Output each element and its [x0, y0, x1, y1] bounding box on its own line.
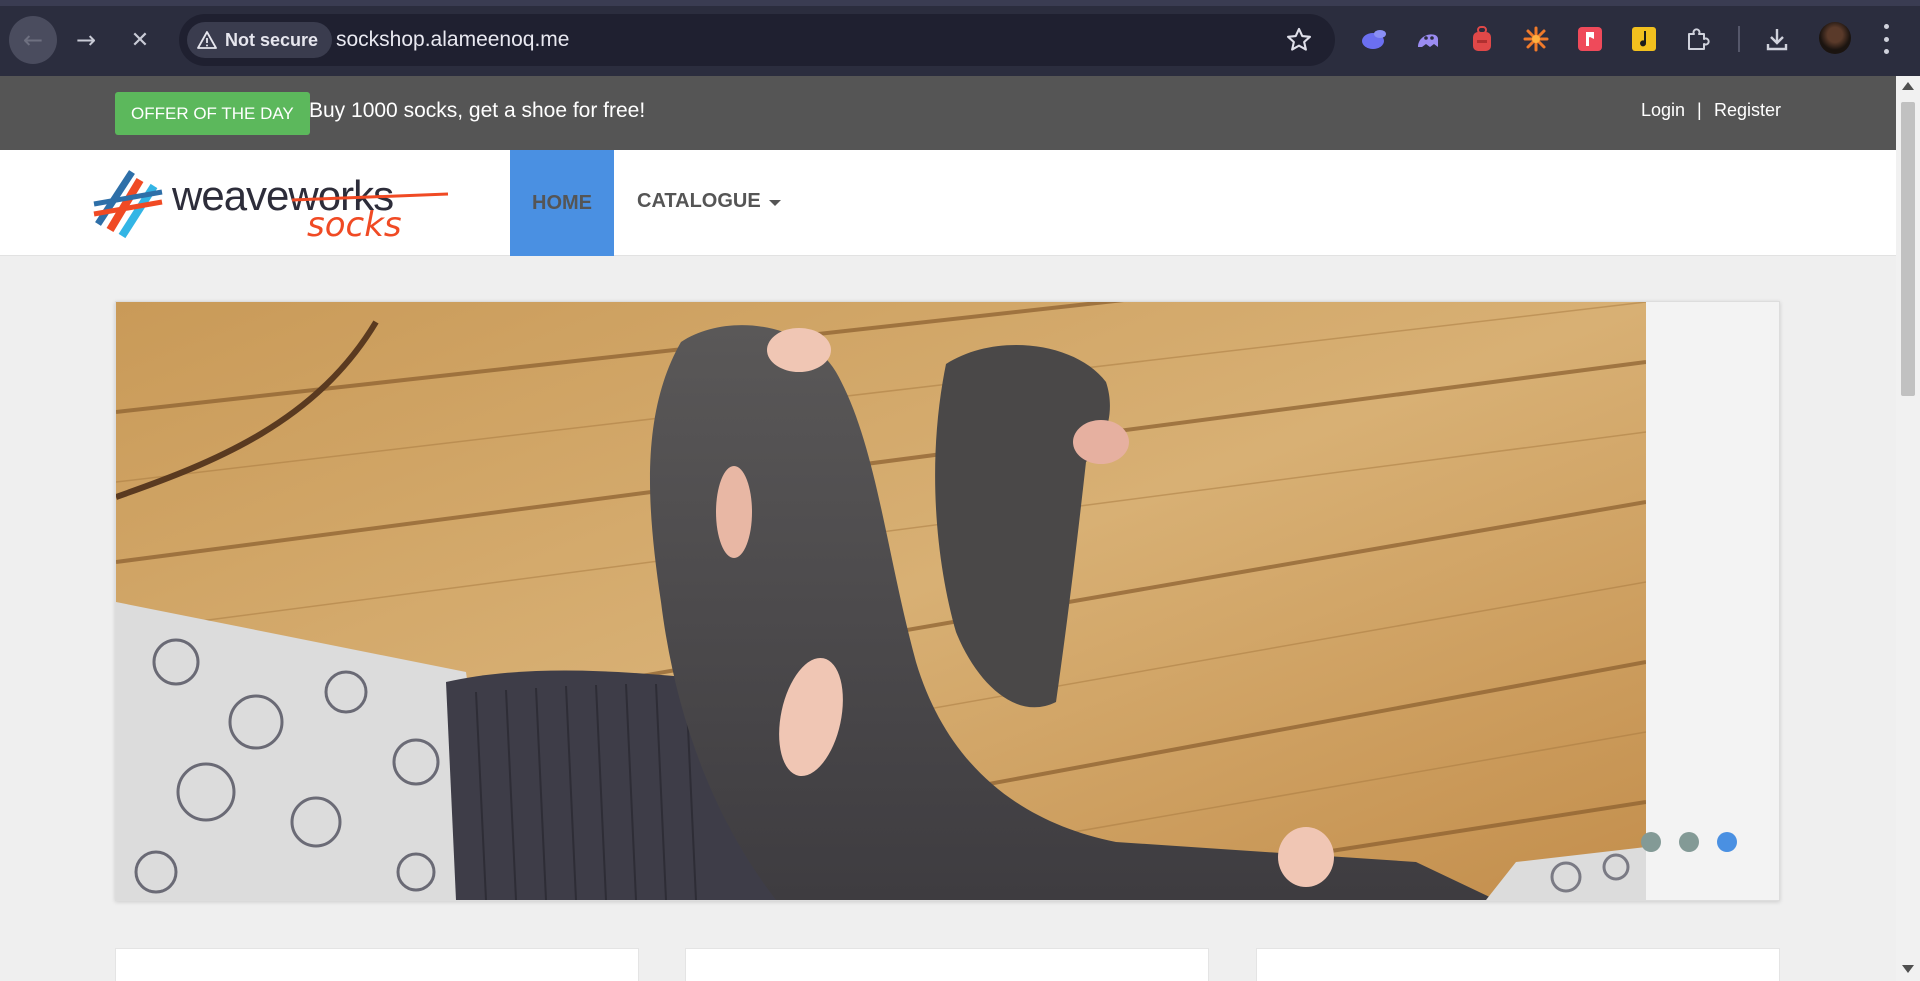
pocket-extension-icon[interactable] — [1575, 24, 1605, 54]
close-icon: ✕ — [130, 27, 150, 53]
ghost-extension-icon[interactable] — [1413, 24, 1443, 54]
feature-card-1[interactable] — [115, 948, 639, 981]
music-note-extension-icon[interactable] — [1629, 24, 1659, 54]
scroll-down-arrow-icon[interactable] — [1902, 965, 1914, 973]
arrow-right-icon: → — [75, 26, 97, 54]
url-text[interactable]: sockshop.alameenoq.me — [336, 28, 569, 52]
chevron-down-icon — [768, 199, 781, 206]
forward-button[interactable]: → — [62, 16, 110, 64]
carousel-slide-image — [116, 302, 1646, 900]
scroll-up-arrow-icon[interactable] — [1902, 82, 1914, 90]
hero-carousel[interactable] — [115, 301, 1780, 901]
scrollbar-thumb[interactable] — [1901, 102, 1915, 396]
feature-card-2[interactable] — [685, 948, 1209, 981]
security-label: Not secure — [225, 29, 319, 50]
main-navbar: weaveworks socks HOME CATALOGUE — [0, 150, 1896, 256]
carousel-indicators — [1641, 832, 1737, 852]
offer-text: Buy 1000 socks, get a shoe for free! — [309, 99, 646, 122]
torn-socks-photo — [116, 302, 1646, 900]
puzzle-extensions-icon[interactable] — [1683, 24, 1713, 54]
carousel-dot-2[interactable] — [1679, 832, 1699, 852]
login-register-separator: | — [1697, 100, 1702, 120]
carousel-dot-1[interactable] — [1641, 832, 1661, 852]
logo-text-secondary: socks — [307, 205, 402, 244]
toolbar-divider — [1738, 26, 1740, 52]
offer-of-the-day-badge[interactable]: OFFER OF THE DAY — [115, 92, 310, 135]
browser-toolbar: ← → ✕ Not secure sockshop.alameenoq.me — [0, 0, 1920, 76]
page-scrollbar[interactable] — [1896, 76, 1920, 981]
logo-mark-icon: weaveworks socks — [93, 170, 449, 245]
stop-loading-button[interactable]: ✕ — [116, 16, 164, 64]
nav-home[interactable]: HOME — [510, 150, 614, 256]
download-icon[interactable] — [1762, 24, 1792, 54]
register-link[interactable]: Register — [1714, 100, 1781, 121]
nav-home-label: HOME — [532, 191, 592, 214]
address-bar[interactable]: Not secure sockshop.alameenoq.me — [179, 14, 1335, 66]
site-info-chip[interactable]: Not secure — [187, 22, 333, 58]
nav-catalogue-label: CATALOGUE — [637, 190, 761, 212]
tab-strip-edge — [0, 0, 1920, 6]
warning-triangle-icon — [197, 31, 217, 49]
login-link[interactable]: Login — [1641, 100, 1685, 121]
offer-top-bar: OFFER OF THE DAY Buy 1000 socks, get a s… — [0, 76, 1896, 150]
kebab-menu-icon[interactable] — [1878, 24, 1894, 54]
rabbit-extension-icon[interactable] — [1359, 24, 1389, 54]
backpack-extension-icon[interactable] — [1467, 24, 1497, 54]
back-button[interactable]: ← — [9, 16, 57, 64]
feature-card-3[interactable] — [1256, 948, 1780, 981]
weaveworks-socks-logo[interactable]: weaveworks socks — [92, 164, 452, 245]
arrow-left-icon: ← — [22, 26, 44, 54]
avatar[interactable] — [1819, 22, 1851, 54]
page-viewport: OFFER OF THE DAY Buy 1000 socks, get a s… — [0, 76, 1896, 981]
burst-extension-icon[interactable] — [1521, 24, 1551, 54]
carousel-dot-3[interactable] — [1717, 832, 1737, 852]
star-outline-icon[interactable] — [1285, 26, 1313, 54]
nav-catalogue[interactable]: CATALOGUE — [637, 190, 781, 213]
